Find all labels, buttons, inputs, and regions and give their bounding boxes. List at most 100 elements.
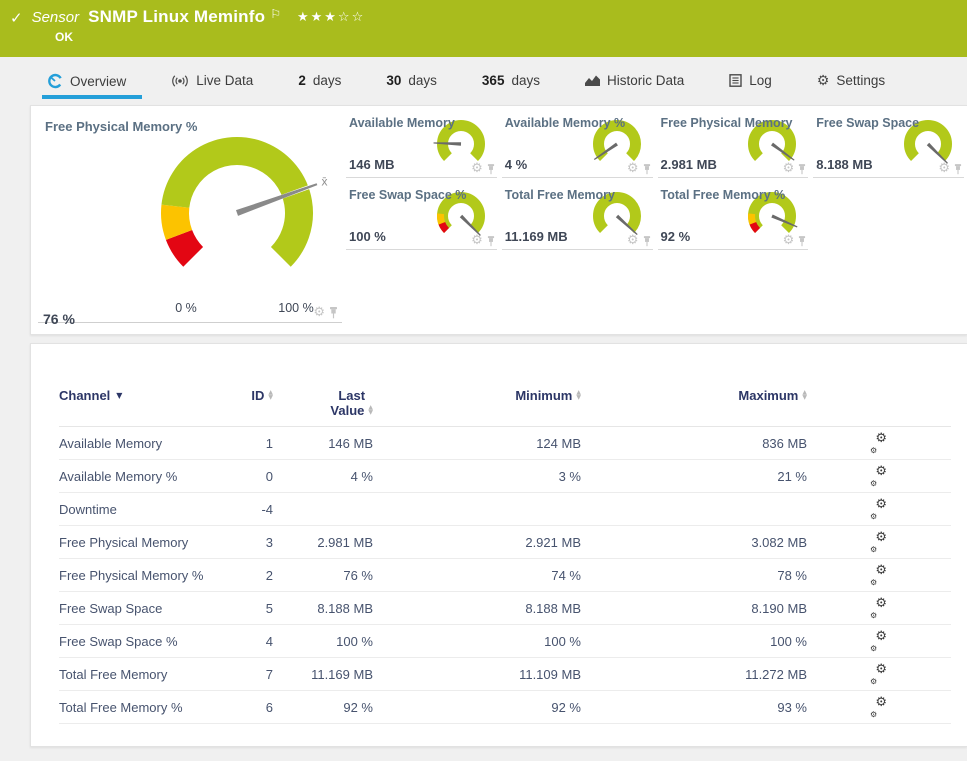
pin-icon[interactable] (329, 307, 338, 319)
sort-icon: ▲ ▼ (802, 389, 807, 401)
mini-gauge-title: Free Swap Space % (349, 188, 467, 202)
table-row[interactable]: Free Physical Memory 3 2.981 MB 2.921 MB 3.0… (59, 526, 951, 559)
table-row[interactable]: Total Free Memory 7 11.169 MB 11.109 MB 11.2… (59, 658, 951, 691)
column-header-id[interactable]: ID ▲ ▼ (241, 388, 273, 403)
gauge-settings-icon[interactable]: ⚙ (471, 234, 483, 247)
minimum-cell: 2.921 MB (525, 534, 581, 550)
tab-label: Overview (70, 73, 127, 89)
minimum-cell: 11.109 MB (519, 666, 581, 682)
pin-icon[interactable] (798, 164, 806, 175)
channel-id-cell: 1 (265, 435, 273, 451)
channel-settings-icon[interactable]: ⚙ ⚙ (870, 498, 887, 521)
gauge-settings-icon[interactable]: ⚙ (627, 234, 639, 247)
channel-id-cell: 3 (265, 534, 273, 550)
mini-gauge-value: 146 MB (349, 157, 395, 172)
mini-gauge-cell[interactable]: Available Memory 146 MB ⚙ (346, 113, 497, 178)
gauge-settings-icon[interactable]: ⚙ (783, 234, 795, 247)
column-header-maximum[interactable]: Maximum ▲ ▼ (581, 388, 807, 403)
gauge-settings-icon[interactable]: ⚙ (627, 162, 639, 175)
pin-icon[interactable] (487, 164, 495, 175)
maximum-cell: 11.272 MB (745, 666, 807, 682)
tab-label: days (312, 73, 342, 88)
mini-gauge-cell[interactable]: Available Memory % 4 % ⚙ (501, 113, 653, 178)
channel-settings-icon[interactable]: ⚙ ⚙ (870, 597, 887, 620)
tab-label: days (408, 73, 437, 88)
column-header-last-value[interactable]: Last Value ▲ ▼ (273, 388, 373, 418)
tab-label: Log (749, 73, 772, 88)
channel-settings-icon[interactable]: ⚙ ⚙ (870, 465, 887, 488)
mini-gauge-cell[interactable]: Free Physical Memory 2.981 MB ⚙ (657, 113, 809, 178)
channels-table: Channel ▼ ID ▲ ▼ Last Value ▲ ▼ Minimum ▲ ▼ (59, 388, 951, 724)
tab-label: days (511, 73, 540, 88)
gauge-settings-icon[interactable]: ⚙ (313, 306, 325, 319)
last-value-cell: 76 % (343, 567, 373, 583)
table-row[interactable]: Free Swap Space % 4 100 % 100 % 100 % ⚙ ⚙ (59, 625, 951, 658)
pin-icon[interactable] (954, 164, 962, 175)
maximum-cell: 8.190 MB (751, 600, 807, 616)
table-row[interactable]: Downtime -4 ⚙ ⚙ (59, 493, 951, 526)
mini-gauge-cell[interactable]: Free Swap Space % 100 % ⚙ (346, 185, 497, 250)
mini-gauge-cell[interactable]: Total Free Memory % 92 % ⚙ (657, 185, 809, 250)
mini-gauge-cell[interactable]: Total Free Memory 11.169 MB ⚙ (501, 185, 653, 250)
tab-historic-data[interactable]: Historic Data (584, 73, 685, 88)
pin-icon[interactable] (643, 164, 651, 175)
tab-label: Live Data (196, 73, 254, 88)
object-kind-label: Sensor (31, 9, 80, 26)
gauge-settings-icon[interactable]: ⚙ (938, 162, 950, 175)
tab-log[interactable]: Log (729, 73, 772, 88)
table-row[interactable]: Total Free Memory % 6 92 % 92 % 93 % ⚙ ⚙ (59, 691, 951, 724)
table-header-row: Channel ▼ ID ▲ ▼ Last Value ▲ ▼ Minimum ▲ ▼ (59, 388, 951, 427)
mini-gauge-title: Total Free Memory (504, 188, 615, 202)
gauge-settings-icon[interactable]: ⚙ (471, 162, 483, 175)
sort-desc-icon: ▼ (116, 391, 123, 400)
tab-2-days[interactable]: 2 days (298, 73, 341, 88)
minimum-cell: 92 % (551, 699, 581, 715)
channel-settings-icon[interactable]: ⚙ ⚙ (870, 531, 887, 554)
channel-name-cell: Available Memory (59, 435, 163, 451)
tab-365-days[interactable]: 365 days (482, 73, 540, 88)
gauges-panel: Free Physical Memory % x̄ 0 % 100 % 76 %… (30, 105, 967, 335)
last-value-cell: 2.981 MB (317, 534, 373, 550)
last-value-cell: 4 % (350, 468, 373, 484)
table-row[interactable]: Available Memory % 0 4 % 3 % 21 % ⚙ ⚙ (59, 460, 951, 493)
channel-settings-icon[interactable]: ⚙ ⚙ (870, 630, 887, 653)
gauge-settings-icon[interactable]: ⚙ (783, 162, 795, 175)
minimum-cell: 8.188 MB (525, 600, 581, 616)
mini-gauge-cell[interactable]: Free Swap Space 8.188 MB ⚙ (813, 113, 964, 178)
channel-settings-icon[interactable]: ⚙ ⚙ (870, 696, 887, 719)
pin-icon[interactable] (487, 236, 495, 247)
tab-overview[interactable]: Overview (41, 73, 143, 99)
last-value-cell: 100 % (336, 633, 373, 649)
column-header-channel[interactable]: Channel ▼ (59, 388, 241, 403)
tab-bar: Overview Live Data 2 days 30 days 365 da… (0, 57, 967, 105)
table-row[interactable]: Available Memory 1 146 MB 124 MB 836 MB ⚙ ⚙ (59, 427, 951, 460)
column-header-minimum[interactable]: Minimum ▲ ▼ (373, 388, 581, 403)
table-row[interactable]: Free Swap Space 5 8.188 MB 8.188 MB 8.190 MB… (59, 592, 951, 625)
mini-gauge-title: Available Memory % (504, 116, 626, 130)
table-row[interactable]: Free Physical Memory % 2 76 % 74 % 78 % ⚙ ⚙ (59, 559, 951, 592)
sort-icon: ▲ ▼ (368, 404, 373, 416)
priority-star-rating[interactable]: ★★★☆☆ (297, 9, 365, 25)
mini-gauge-value: 92 % (660, 229, 691, 244)
mini-gauge-value: 4 % (504, 157, 528, 172)
gauge-scale-min: 0 % (175, 301, 197, 315)
maximum-cell: 836 MB (762, 435, 807, 451)
flag-icon[interactable]: ⚐ (270, 7, 281, 21)
tab-settings[interactable]: ⚙ Settings (817, 73, 885, 88)
channel-id-cell: 4 (265, 633, 273, 649)
channel-settings-icon[interactable]: ⚙ ⚙ (870, 432, 887, 455)
sensor-title: SNMP Linux Meminfo (88, 7, 266, 26)
tab-label: Historic Data (606, 73, 685, 88)
channel-settings-icon[interactable]: ⚙ ⚙ (870, 663, 887, 686)
pin-icon[interactable] (643, 236, 651, 247)
mini-gauge-title: Available Memory (349, 116, 455, 130)
gear-icon: ⚙ (816, 72, 830, 89)
primary-gauge-value: 76 % (43, 311, 75, 327)
pin-icon[interactable] (798, 236, 806, 247)
tab-30-days[interactable]: 30 days (386, 73, 437, 88)
channel-settings-icon[interactable]: ⚙ ⚙ (870, 564, 887, 587)
channel-name-cell: Available Memory % (59, 468, 178, 484)
primary-channel-gauge-cell[interactable]: Free Physical Memory % x̄ 0 % 100 % 76 %… (38, 113, 342, 327)
maximum-cell: 21 % (777, 468, 807, 484)
tab-live-data[interactable]: Live Data (171, 73, 253, 88)
